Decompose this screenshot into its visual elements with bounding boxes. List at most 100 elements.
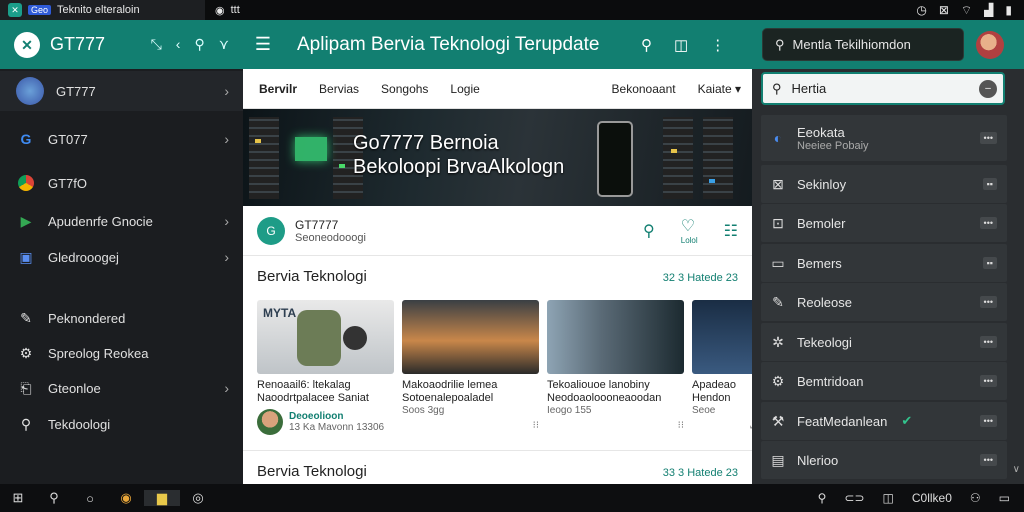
hero-banner[interactable]: Go7777 Bernoia Bekoloopi BrvaAlkologn — [243, 109, 752, 206]
panel-item-reoleose[interactable]: ✎ Reoleose ••• — [761, 283, 1007, 321]
more-icon[interactable]: ••• — [979, 375, 997, 387]
panel-item-bemoler[interactable]: ⊡ Bemoler ••• — [761, 204, 1007, 242]
alarm-icon[interactable]: ◷ — [916, 3, 926, 17]
follow-button[interactable]: ♡ Lolol — [681, 216, 698, 245]
subnav-item[interactable]: Logie — [439, 82, 490, 96]
browser-tab[interactable]: ◉ ttt — [205, 0, 250, 20]
sidebar-item-label: Peknondered — [48, 310, 126, 326]
filter-icon[interactable]: ⋎ — [219, 36, 229, 53]
chat-icon[interactable]: ⊂⊃ — [844, 491, 864, 505]
more-options-icon[interactable]: ⁝⁝ — [533, 420, 539, 431]
more-icon[interactable]: ▪▪ — [982, 178, 997, 190]
sidebar-item-spreolog[interactable]: ⚙ Spreolog Reokea — [0, 333, 243, 373]
search-icon[interactable]: ⚲ — [643, 221, 655, 241]
more-icon[interactable]: ••• — [979, 217, 997, 229]
signal-icon[interactable]: ▟ — [984, 3, 993, 17]
task-view-icon[interactable]: ○ — [72, 491, 108, 506]
search-icon[interactable]: ⚲ — [641, 36, 652, 54]
panel-item-bemers[interactable]: ▭ Bemers ▪▪ — [761, 244, 1007, 282]
chrome-icon[interactable]: ◉ — [108, 490, 144, 506]
panel-item-eeokata[interactable]: ◐ Eeokata Neeiee Pobaiy ••• — [761, 115, 1007, 161]
user-avatar[interactable] — [976, 31, 1004, 59]
sidebar-item-tekdoologi[interactable]: ⚲ Tekdoologi — [0, 404, 243, 444]
more-icon[interactable]: ▪▪ — [982, 257, 997, 269]
more-icon[interactable]: ••• — [979, 296, 997, 308]
section-link[interactable]: 33 3 Hatede 23 — [663, 467, 738, 479]
channel-name[interactable]: GT7777 — [295, 218, 366, 232]
channel-avatar[interactable]: G — [257, 216, 285, 245]
sidebar-item-label: Gledrooogej — [48, 249, 119, 265]
article-card[interactable]: ApadeaoHendon Seoe ⤢ — [692, 300, 752, 435]
sidebar-item-label: GT7fO — [48, 175, 88, 191]
more-icon[interactable]: ••• — [979, 415, 997, 427]
panel-item-nlerioo[interactable]: ▤ Nlerioo ••• — [761, 441, 1007, 479]
taskbar: ⊞ ⚲ ○ ◉ ▆ ◎ ⚲ ⊂⊃ ◫ C0llke0 ⚇ ▭ — [0, 484, 1024, 512]
more-icon[interactable]: ••• — [979, 336, 997, 348]
notification-icon[interactable]: ▭ — [999, 491, 1010, 505]
tab-title: ttt — [230, 4, 240, 16]
start-icon[interactable]: ⊞ — [0, 490, 36, 506]
list-icon[interactable]: ☷ — [724, 221, 738, 241]
mute-icon[interactable]: ⊠ — [939, 3, 949, 17]
panel-item-sekinloy[interactable]: ⊠ Sekinloy ▪▪ — [761, 165, 1007, 203]
panel-item-bemtridoan[interactable]: ⚙ Bemtridoan ••• — [761, 362, 1007, 400]
more-vertical-icon[interactable]: ⋮ — [710, 36, 725, 54]
scroll-down-icon[interactable]: ∨ — [1013, 464, 1020, 475]
pin-icon[interactable]: ⤡ — [151, 36, 162, 53]
author-avatar[interactable] — [257, 409, 283, 435]
page-title: Aplipam Bervia Teknologi Terupdate — [297, 33, 600, 55]
panel-search-input[interactable]: ⚲ Hertia – — [761, 72, 1005, 105]
more-icon[interactable]: ••• — [979, 454, 997, 466]
sidebar-item-gteonloe[interactable]: ⎗ Gteonloe › — [0, 368, 243, 408]
clear-icon[interactable]: – — [979, 79, 997, 98]
card-thumbnail: MYTA — [257, 300, 394, 374]
browser-top-strip: ✕ Geo Teknito elteraloin ◉ ttt ◷ ⊠ ⌔ ▟ ▮ — [0, 0, 1024, 20]
browser-tab-active[interactable]: ✕ Geo Teknito elteraloin — [0, 0, 205, 20]
hero-screen-graphic — [295, 137, 327, 161]
panel-item-featmedanlean[interactable]: ⚒ FeatMedanlean ✔ ••• — [761, 402, 1007, 440]
article-card[interactable]: Makoaodrilie lemea Sotoenalepoaladel Soos… — [402, 300, 539, 435]
file-explorer-icon[interactable]: ▆ — [144, 490, 180, 506]
more-icon[interactable]: ••• — [979, 132, 997, 144]
camera-icon[interactable]: ◫ — [883, 491, 894, 505]
search-icon: ⚲ — [775, 36, 785, 52]
search-icon: ⚲ — [772, 80, 782, 96]
wifi-icon[interactable]: ⌔ — [961, 3, 972, 18]
search-icon[interactable]: ⚲ — [194, 36, 204, 53]
menu-icon[interactable]: ☰ — [243, 34, 283, 55]
article-card[interactable]: Tekoaliouoe lanobiny Neodoaoloooneaoodan … — [547, 300, 684, 435]
article-card[interactable]: MYTA Renoaail6: ltekalag Naoodrtpalacee S… — [257, 300, 394, 435]
sidebar-item-peknondered[interactable]: ✎ Peknondered — [0, 298, 243, 338]
article-section: Bervia Teknologi 32 3 Hatede 23 MYTA Ren… — [243, 256, 752, 451]
subnav-item[interactable]: Bervilr — [243, 82, 308, 96]
subnav-item[interactable]: Bekonoaant — [601, 82, 687, 96]
search-icon[interactable]: ⚲ — [818, 491, 827, 505]
subnav-dropdown[interactable]: Kaiate ▾ — [687, 82, 752, 96]
search-icon[interactable]: ⚲ — [36, 490, 72, 506]
sidebar-item-apudenrfe[interactable]: ▶ Apudenrfe Gnocie › — [0, 201, 243, 241]
sidebar: GT777 › G GT077 › GT7fO ▶ Apudenrfe Gnoc… — [0, 69, 243, 484]
user-icon[interactable]: ⚇ — [970, 491, 981, 505]
app-bar: ✕ GT777 ⤡ ‹ ⚲ ⋎ ☰ Aplipam Bervia Teknolo… — [0, 20, 1024, 69]
sidebar-item-gt077[interactable]: G GT077 › — [0, 119, 243, 159]
battery-icon[interactable]: ▮ — [1005, 3, 1012, 17]
g-logo-icon: G — [20, 131, 32, 147]
chevron-icon[interactable]: ‹ — [176, 36, 181, 53]
channel-header: G GT7777 Seoneodooogi ⚲ ♡ Lolol ☷ — [243, 206, 752, 256]
subnav-item[interactable]: Bervias — [308, 82, 370, 96]
sidebar-item-gt7fo[interactable]: GT7fO — [0, 163, 243, 203]
subnav-item[interactable]: Songohs — [370, 82, 439, 96]
sub-navigation: Bervilr Bervias Songohs Logie Bekonoaant… — [243, 69, 752, 109]
global-search-input[interactable]: ⚲ Mentla Tekilhiomdon — [762, 28, 964, 61]
chat-icon[interactable]: ◫ — [674, 36, 688, 54]
panel-item-tekeologi[interactable]: ✲ Tekeologi ••• — [761, 323, 1007, 361]
sidebar-item-label: Spreolog Reokea — [48, 345, 149, 361]
browser-icon[interactable]: ◎ — [180, 490, 216, 506]
channel-subtitle: Seoneodooogi — [295, 231, 366, 244]
system-tray: ◷ ⊠ ⌔ ▟ ▮ — [916, 3, 1024, 18]
sidebar-item-gt777[interactable]: GT777 › — [0, 71, 243, 111]
more-options-icon[interactable]: ⁝⁝ — [678, 420, 684, 431]
sidebar-item-gledrooogej[interactable]: ▣ Gledrooogej › — [0, 237, 243, 277]
section-link[interactable]: 32 3 Hatede 23 — [663, 272, 738, 284]
brand-logo-icon[interactable]: ✕ — [14, 31, 40, 58]
